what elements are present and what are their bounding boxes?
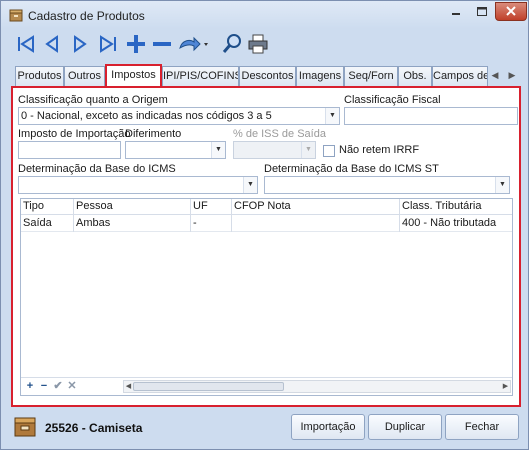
first-record-icon	[18, 35, 34, 53]
imposto-importacao-label: Imposto de Importação	[18, 128, 131, 140]
grid-navigator: + − ✔ ✕ ◀ ▶	[21, 377, 512, 395]
impostos-panel: Classificação quanto a Origem 0 - Nacion…	[11, 86, 521, 407]
tab-scroll-left-icon[interactable]: ◀	[487, 67, 503, 83]
tab-campos[interactable]: Campos de	[432, 66, 488, 86]
column-header-uf[interactable]: UF	[191, 199, 232, 215]
product-identifier: 25526 - Camiseta	[45, 421, 143, 435]
minimize-icon	[452, 13, 460, 15]
duplicar-button[interactable]: Duplicar	[368, 414, 442, 440]
grid-header: Tipo Pessoa UF CFOP Nota Class. Tributár…	[21, 199, 512, 215]
scroll-right-icon[interactable]: ▶	[501, 381, 510, 392]
origem-value: 0 - Nacional, exceto as indicadas nos có…	[21, 110, 272, 122]
iss-saida-label: % de ISS de Saída	[233, 128, 326, 140]
column-header-pessoa[interactable]: Pessoa	[74, 199, 191, 215]
diferimento-label: Diferimento	[125, 128, 182, 140]
print-icon	[248, 34, 268, 54]
search-icon	[222, 34, 241, 53]
undo-icon	[179, 36, 208, 52]
tab-strip: Produtos Outros Impostos IPI/PIS/COFINS …	[15, 64, 517, 86]
add-record-button[interactable]	[125, 33, 147, 55]
product-registration-window: Cadastro de Produtos Produtos Outros Imp…	[0, 0, 529, 450]
grid-add-icon[interactable]: +	[24, 380, 36, 393]
imposto-importacao-input[interactable]	[18, 141, 121, 159]
diferimento-select[interactable]: ▼	[125, 141, 226, 159]
chevron-down-icon[interactable]: ▼	[495, 177, 509, 193]
base-icms-st-label: Determinação da Base do ICMS ST	[264, 163, 439, 175]
tab-obs[interactable]: Obs.	[398, 66, 432, 86]
close-window-button[interactable]	[495, 2, 527, 21]
column-header-cfop-nota[interactable]: CFOP Nota	[232, 199, 400, 215]
classificacao-fiscal-input[interactable]	[344, 107, 518, 125]
horizontal-scrollbar[interactable]: ◀ ▶	[123, 380, 511, 393]
previous-record-icon	[45, 35, 58, 53]
column-header-tipo[interactable]: Tipo	[21, 199, 74, 215]
base-icms-select[interactable]: ▼	[18, 176, 258, 194]
cell-pessoa: Ambas	[74, 215, 191, 232]
chevron-down-icon: ▼	[301, 142, 315, 158]
tab-scroll-right-icon[interactable]: ▶	[504, 67, 520, 83]
grid-cancel-icon[interactable]: ✕	[66, 380, 78, 393]
remove-record-button[interactable]	[151, 33, 173, 55]
iss-saida-select: ▼	[233, 141, 316, 159]
base-icms-label: Determinação da Base do ICMS	[18, 163, 176, 175]
column-header-class-tributaria[interactable]: Class. Tributária	[400, 199, 512, 215]
grid-confirm-icon[interactable]: ✔	[52, 380, 64, 393]
add-icon	[127, 35, 145, 53]
classificacao-fiscal-label: Classificação Fiscal	[344, 94, 441, 106]
tab-ipi-pis-cofins[interactable]: IPI/PIS/COFINS	[162, 66, 239, 86]
origem-select[interactable]: 0 - Nacional, exceto as indicadas nos có…	[18, 107, 340, 125]
search-button[interactable]	[221, 33, 243, 55]
last-record-button[interactable]	[97, 33, 119, 55]
last-record-icon	[100, 35, 116, 53]
record-toolbar	[15, 33, 275, 57]
app-box-icon	[9, 9, 23, 22]
next-record-button[interactable]	[69, 33, 91, 55]
title-bar: Cadastro de Produtos	[1, 1, 528, 29]
tab-impostos[interactable]: Impostos	[105, 64, 162, 86]
maximize-icon	[477, 7, 487, 16]
tab-descontos[interactable]: Descontos	[239, 66, 296, 86]
window-title: Cadastro de Produtos	[28, 9, 145, 23]
chevron-down-icon[interactable]: ▼	[325, 108, 339, 124]
origem-label: Classificação quanto a Origem	[18, 94, 168, 106]
remove-icon	[153, 42, 171, 46]
maximize-button[interactable]	[469, 2, 495, 21]
cell-class-tributaria: 400 - Não tributada	[402, 217, 497, 229]
scrollbar-thumb[interactable]	[133, 382, 284, 391]
tab-outros[interactable]: Outros	[64, 66, 105, 86]
grid-remove-icon[interactable]: −	[38, 380, 50, 393]
base-icms-st-select[interactable]: ▼	[264, 176, 510, 194]
tab-seq-forn[interactable]: Seq/Forn	[344, 66, 398, 86]
tax-rules-grid: Tipo Pessoa UF CFOP Nota Class. Tributár…	[20, 198, 513, 396]
fechar-button[interactable]: Fechar	[445, 414, 519, 440]
scroll-left-icon[interactable]: ◀	[124, 381, 133, 392]
cell-cfop-nota	[232, 215, 400, 232]
print-button[interactable]	[247, 33, 269, 55]
cell-uf: -	[191, 215, 232, 232]
chevron-down-icon[interactable]: ▼	[243, 177, 257, 193]
undo-dropdown-button[interactable]	[177, 33, 209, 55]
tab-imagens[interactable]: Imagens	[296, 66, 344, 86]
close-icon	[506, 6, 516, 16]
first-record-button[interactable]	[15, 33, 37, 55]
minimize-button[interactable]	[443, 2, 469, 21]
nao-retem-irrf-checkbox[interactable]	[323, 145, 335, 157]
tab-produtos[interactable]: Produtos	[15, 66, 64, 86]
next-record-icon	[74, 35, 87, 53]
product-box-icon	[14, 417, 36, 437]
importacao-button[interactable]: Importação	[291, 414, 365, 440]
nao-retem-irrf-label: Não retem IRRF	[339, 144, 420, 156]
table-row[interactable]: Saída Ambas - 400 - Não tributada	[21, 215, 512, 232]
previous-record-button[interactable]	[41, 33, 63, 55]
chevron-down-icon[interactable]: ▼	[211, 142, 225, 158]
cell-tipo: Saída	[21, 215, 74, 232]
